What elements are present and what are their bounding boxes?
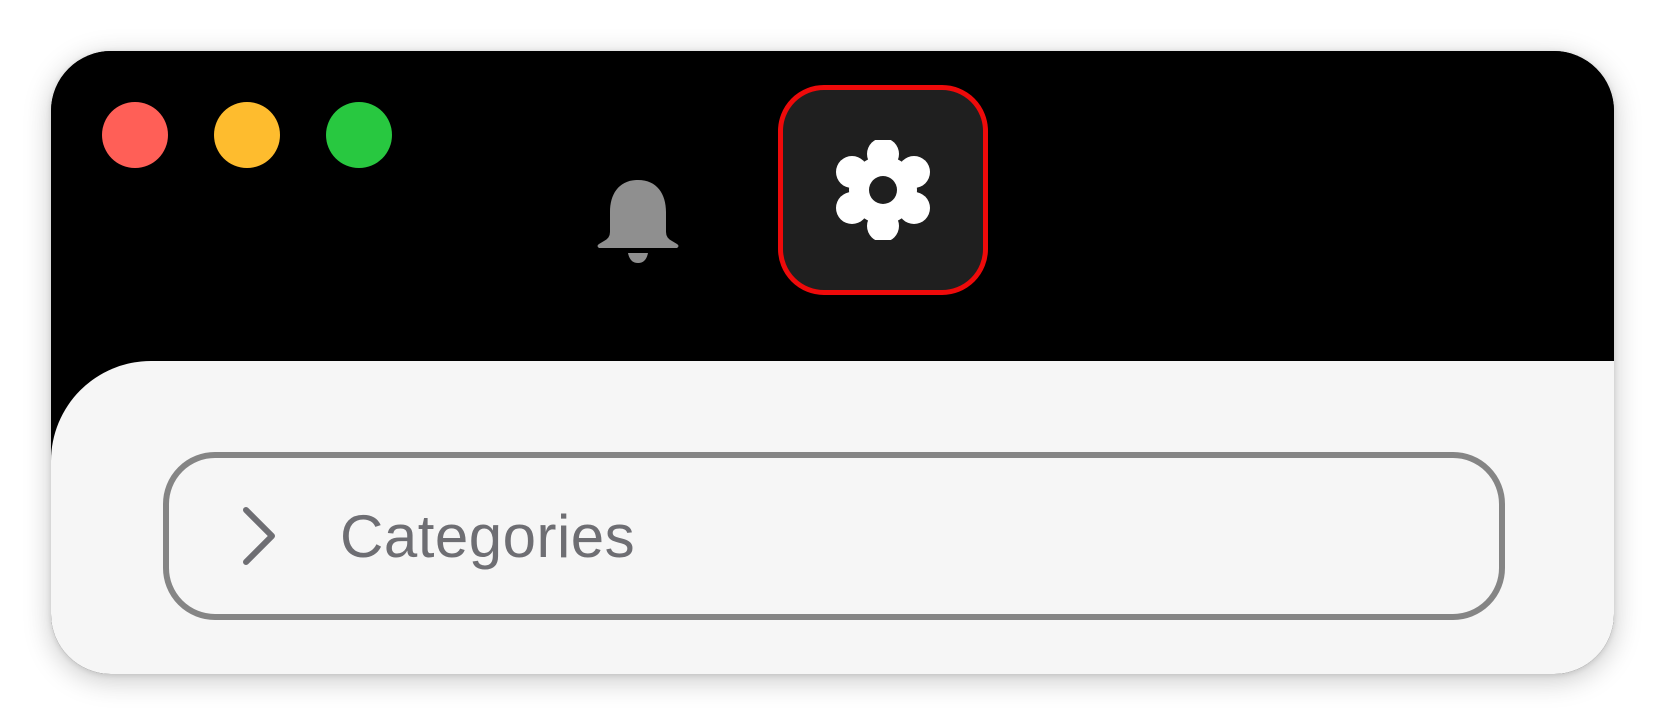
title-bar — [51, 51, 1614, 361]
chevron-right-icon — [234, 501, 282, 571]
gear-icon — [836, 140, 930, 240]
close-window-button[interactable] — [102, 102, 168, 168]
app-window: Categories — [51, 51, 1614, 674]
categories-label: Categories — [340, 502, 636, 570]
settings-button[interactable] — [778, 85, 988, 295]
bell-icon — [597, 180, 679, 263]
notifications-button[interactable] — [583, 131, 693, 311]
minimize-window-button[interactable] — [214, 102, 280, 168]
maximize-window-button[interactable] — [326, 102, 392, 168]
sidebar-panel: Categories — [51, 361, 1614, 674]
categories-disclosure[interactable]: Categories — [163, 452, 1505, 620]
